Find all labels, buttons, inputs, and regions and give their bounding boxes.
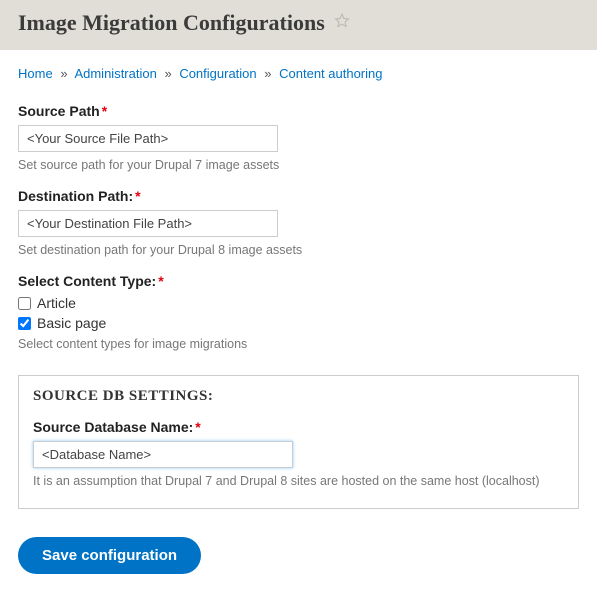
- content-area: Home » Administration » Configuration » …: [0, 50, 597, 590]
- source-path-label: Source Path*: [18, 103, 579, 119]
- checkbox-row-article: Article: [18, 295, 579, 311]
- basic-page-checkbox[interactable]: [18, 317, 31, 330]
- destination-path-description: Set destination path for your Drupal 8 i…: [18, 243, 579, 257]
- page-header: Image Migration Configurations: [0, 0, 597, 50]
- checkbox-row-basic-page: Basic page: [18, 315, 579, 331]
- required-marker: *: [102, 103, 107, 119]
- content-type-label-text: Select Content Type:: [18, 273, 156, 289]
- page-title: Image Migration Configurations: [18, 10, 579, 36]
- db-name-description: It is an assumption that Drupal 7 and Dr…: [33, 474, 564, 488]
- content-type-label: Select Content Type:*: [18, 273, 579, 289]
- source-path-input[interactable]: [18, 125, 278, 152]
- required-marker: *: [195, 419, 200, 435]
- required-marker: *: [158, 273, 163, 289]
- destination-path-label: Destination Path:*: [18, 188, 579, 204]
- db-name-input[interactable]: [33, 441, 293, 468]
- breadcrumb-content-authoring[interactable]: Content authoring: [279, 66, 382, 81]
- content-type-description: Select content types for image migration…: [18, 337, 579, 351]
- basic-page-checkbox-label: Basic page: [37, 315, 106, 331]
- article-checkbox[interactable]: [18, 297, 31, 310]
- content-type-item: Select Content Type:* Article Basic page…: [18, 273, 579, 351]
- db-name-item: Source Database Name:* It is an assumpti…: [33, 419, 564, 488]
- required-marker: *: [135, 188, 140, 204]
- breadcrumb-config[interactable]: Configuration: [179, 66, 256, 81]
- breadcrumb-home[interactable]: Home: [18, 66, 53, 81]
- destination-path-input[interactable]: [18, 210, 278, 237]
- breadcrumb: Home » Administration » Configuration » …: [18, 66, 579, 81]
- save-configuration-button[interactable]: Save configuration: [18, 537, 201, 574]
- source-path-label-text: Source Path: [18, 103, 100, 119]
- star-icon[interactable]: [333, 10, 351, 36]
- source-db-legend: SOURCE DB SETTINGS:: [33, 388, 564, 405]
- breadcrumb-admin[interactable]: Administration: [74, 66, 156, 81]
- source-path-item: Source Path* Set source path for your Dr…: [18, 103, 579, 172]
- source-db-fieldset: SOURCE DB SETTINGS: Source Database Name…: [18, 375, 579, 509]
- article-checkbox-label: Article: [37, 295, 76, 311]
- source-path-description: Set source path for your Drupal 7 image …: [18, 158, 579, 172]
- db-name-label: Source Database Name:*: [33, 419, 564, 435]
- db-name-label-text: Source Database Name:: [33, 419, 193, 435]
- destination-path-label-text: Destination Path:: [18, 188, 133, 204]
- breadcrumb-sep: »: [164, 66, 171, 81]
- destination-path-item: Destination Path:* Set destination path …: [18, 188, 579, 257]
- breadcrumb-sep: »: [60, 66, 67, 81]
- page-title-text: Image Migration Configurations: [18, 10, 325, 36]
- breadcrumb-sep: »: [264, 66, 271, 81]
